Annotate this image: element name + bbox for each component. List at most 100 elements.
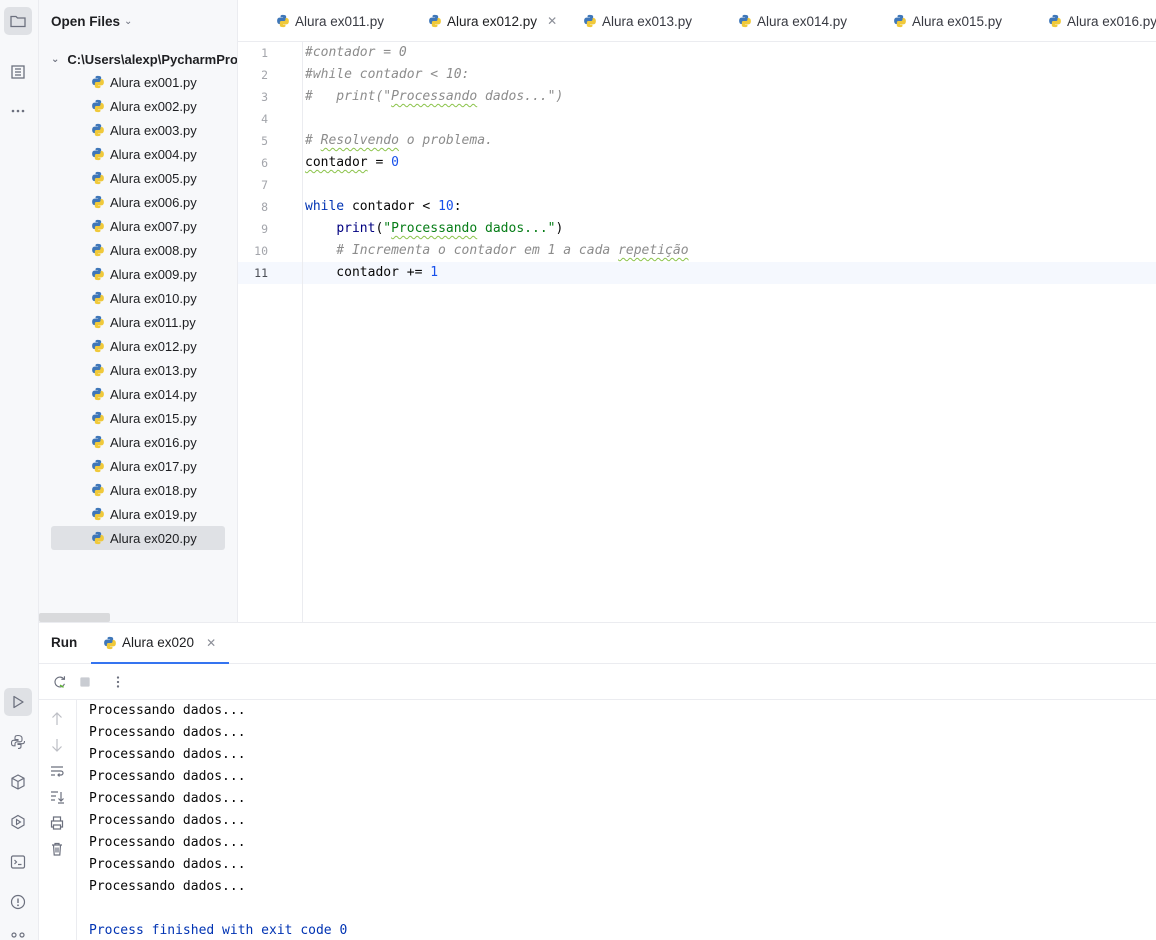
clear-icon[interactable] — [49, 841, 65, 857]
code-line[interactable]: print("Processando dados...") — [305, 218, 563, 240]
file-item[interactable]: Alura ex014.py — [51, 382, 231, 406]
project-root-node[interactable]: ⌄ C:\Users\alexp\PycharmProjects — [51, 48, 237, 70]
file-item-label: Alura ex002.py — [110, 98, 197, 114]
python-file-icon — [92, 195, 104, 209]
line-number: 10 — [254, 244, 268, 258]
file-item[interactable]: Alura ex020.py — [51, 526, 225, 550]
python-file-icon — [584, 14, 596, 28]
expand-arrow-icon[interactable]: ⌄ — [51, 54, 59, 65]
terminal-icon[interactable] — [4, 848, 32, 876]
run-icon[interactable] — [4, 688, 32, 716]
problems-icon[interactable] — [4, 888, 32, 916]
file-item[interactable]: Alura ex013.py — [51, 358, 231, 382]
stop-icon[interactable] — [76, 673, 94, 691]
code-line[interactable]: while contador < 10: — [305, 196, 462, 218]
close-icon[interactable]: ✕ — [547, 14, 557, 28]
file-item[interactable]: Alura ex010.py — [51, 286, 231, 310]
file-item[interactable]: Alura ex019.py — [51, 502, 231, 526]
file-item-label: Alura ex001.py — [110, 74, 197, 90]
file-item-label: Alura ex010.py — [110, 290, 197, 306]
file-item[interactable]: Alura ex017.py — [51, 454, 231, 478]
console-output[interactable]: Processando dados... Processando dados...… — [89, 700, 1149, 940]
code-line[interactable]: contador += 1 — [305, 262, 438, 284]
python-file-icon — [92, 435, 104, 449]
python-file-icon — [92, 507, 104, 521]
python-file-icon — [92, 363, 104, 377]
editor-tab-label: Alura ex014.py — [757, 13, 848, 29]
file-item[interactable]: Alura ex002.py — [51, 94, 231, 118]
file-item-label: Alura ex011.py — [110, 314, 196, 330]
print-icon[interactable] — [49, 815, 65, 831]
file-item[interactable]: Alura ex007.py — [51, 214, 231, 238]
code-line[interactable]: #while contador < 10: — [305, 64, 469, 86]
run-tab[interactable]: Alura ex020 ✕ — [91, 623, 229, 664]
python-packages-icon[interactable] — [4, 768, 32, 796]
file-item[interactable]: Alura ex009.py — [51, 262, 231, 286]
file-item[interactable]: Alura ex012.py — [51, 334, 231, 358]
line-number: 5 — [261, 134, 268, 148]
services-icon[interactable] — [4, 808, 32, 836]
line-number: 1 — [261, 46, 268, 60]
file-item[interactable]: Alura ex001.py — [51, 70, 231, 94]
structure-icon[interactable] — [4, 58, 32, 86]
file-item-label: Alura ex008.py — [110, 242, 197, 258]
file-item-label: Alura ex019.py — [110, 506, 197, 522]
python-file-icon — [104, 636, 116, 649]
file-item-label: Alura ex016.py — [110, 434, 197, 450]
file-item-label: Alura ex014.py — [110, 386, 197, 402]
scroll-up-icon[interactable] — [49, 711, 65, 727]
scroll-down-icon[interactable] — [49, 737, 65, 753]
file-item[interactable]: Alura ex016.py — [51, 430, 231, 454]
file-item[interactable]: Alura ex008.py — [51, 238, 231, 262]
file-item[interactable]: Alura ex011.py — [51, 310, 231, 334]
project-view-selector[interactable]: Open Files ⌄ — [51, 12, 132, 30]
file-item[interactable]: Alura ex003.py — [51, 118, 231, 142]
more-vertical-icon[interactable] — [109, 673, 127, 691]
file-item[interactable]: Alura ex015.py — [51, 406, 231, 430]
editor-tab[interactable]: Alura ex013.py — [583, 0, 692, 41]
python-file-icon — [92, 99, 104, 113]
editor-tab[interactable]: Alura ex015.py — [893, 0, 1002, 41]
file-item[interactable]: Alura ex004.py — [51, 142, 231, 166]
python-file-icon — [429, 14, 441, 28]
run-header: Run Alura ex020 ✕ — [39, 623, 1156, 664]
line-number-gutter: 1 2 3 4 5 6 7 8 9 10 11 — [238, 42, 303, 622]
close-icon[interactable]: ✕ — [206, 636, 216, 650]
code-editor[interactable]: 1 2 3 4 5 6 7 8 9 10 11 #contador = 0 #while contad… — [238, 42, 1156, 622]
python-file-icon — [739, 14, 751, 28]
file-item-label: Alura ex009.py — [110, 266, 197, 282]
file-item-label: Alura ex004.py — [110, 146, 197, 162]
git-icon[interactable] — [4, 925, 32, 940]
line-number: 11 — [254, 266, 268, 280]
file-item-label: Alura ex020.py — [110, 530, 197, 546]
soft-wrap-icon[interactable] — [49, 763, 65, 779]
run-tab-label: Alura ex020 — [122, 635, 195, 650]
code-line[interactable]: contador = 0 — [305, 152, 399, 174]
horizontal-scrollbar[interactable] — [39, 613, 110, 622]
editor-tab[interactable]: Alura ex016.py — [1048, 0, 1156, 41]
python-file-icon — [92, 291, 104, 305]
python-file-icon — [92, 75, 104, 89]
run-title: Run — [51, 635, 78, 650]
scroll-to-end-icon[interactable] — [49, 789, 65, 805]
file-item[interactable]: Alura ex006.py — [51, 190, 231, 214]
file-item[interactable]: Alura ex005.py — [51, 166, 231, 190]
code-line[interactable]: # Incrementa o contador em 1 a cada repe… — [305, 240, 688, 262]
python-file-icon — [92, 243, 104, 257]
file-item[interactable]: Alura ex018.py — [51, 478, 231, 502]
code-line[interactable]: # print("Processando dados...") — [305, 86, 563, 108]
editor-tab[interactable]: Alura ex012.py ✕ — [423, 0, 562, 41]
rerun-icon[interactable] — [51, 673, 69, 691]
code-line[interactable]: # Resolvendo o problema. — [305, 130, 493, 152]
editor-tab[interactable]: Alura ex014.py — [738, 0, 848, 41]
project-panel: Open Files ⌄ ⌄ C:\Users\alexp\PycharmPro… — [39, 0, 238, 622]
python-file-icon — [92, 339, 104, 353]
python-file-icon — [92, 387, 104, 401]
folder-icon[interactable] — [4, 7, 32, 35]
file-item-label: Alura ex017.py — [110, 458, 197, 474]
more-icon[interactable] — [4, 97, 32, 125]
python-console-icon[interactable] — [4, 728, 32, 756]
python-file-icon — [92, 411, 104, 425]
code-line[interactable]: #contador = 0 — [305, 42, 407, 64]
editor-tab[interactable]: Alura ex011.py — [276, 0, 384, 41]
